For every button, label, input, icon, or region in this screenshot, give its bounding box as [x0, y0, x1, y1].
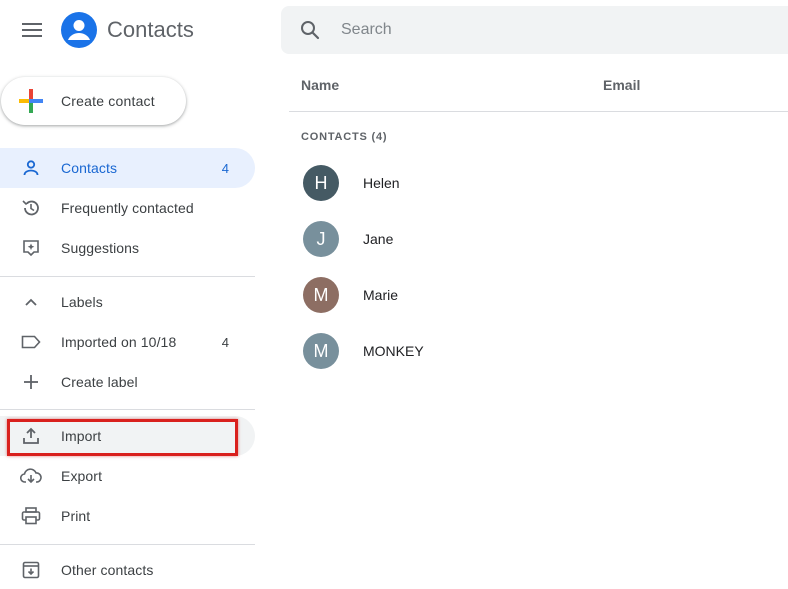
print-icon [20, 505, 42, 527]
imported-count: 4 [221, 334, 229, 350]
person-icon [20, 157, 42, 179]
avatar: J [303, 221, 339, 257]
suggestions-icon [20, 237, 42, 259]
avatar: M [303, 277, 339, 313]
sidebar-item-create-label[interactable]: Create label [0, 362, 255, 402]
create-contact-label: Create contact [61, 93, 155, 109]
cloud-download-icon [20, 465, 42, 487]
avatar: M [303, 333, 339, 369]
sidebar-item-label: Imported on 10/18 [61, 334, 177, 350]
table-row[interactable]: M Marie [289, 267, 788, 323]
sidebar-item-labels-toggle[interactable]: Labels [0, 282, 255, 322]
sidebar-item-label: Frequently contacted [61, 200, 194, 216]
name-column-header[interactable]: Name [301, 77, 339, 93]
sidebar-item-imported-label[interactable]: Imported on 10/18 4 [0, 322, 255, 362]
sidebar-item-other-contacts[interactable]: Other contacts [0, 550, 255, 589]
chevron-up-icon [20, 291, 42, 313]
label-icon [20, 331, 42, 353]
email-column-header[interactable]: Email [603, 77, 640, 93]
sidebar-item-contacts[interactable]: Contacts 4 [0, 148, 255, 188]
contact-name: Helen [363, 175, 400, 191]
archive-icon [20, 559, 42, 581]
contacts-section-label: CONTACTS (4) [301, 131, 388, 143]
sidebar-item-print[interactable]: Print [0, 496, 255, 536]
search-input[interactable] [341, 21, 721, 39]
search-bar[interactable] [281, 6, 788, 54]
sidebar-item-label: Export [61, 468, 103, 484]
sidebar-item-label: Other contacts [61, 562, 154, 578]
plus-icon [20, 371, 42, 393]
contact-name: Marie [363, 287, 399, 303]
search-icon[interactable] [298, 18, 322, 42]
table-row[interactable]: M MONKEY [289, 323, 788, 379]
sidebar-item-label: Labels [61, 294, 103, 310]
main-menu-button[interactable] [16, 14, 48, 46]
sidebar-item-export[interactable]: Export [0, 456, 255, 496]
sidebar-item-frequently-contacted[interactable]: Frequently contacted [0, 188, 255, 228]
sidebar-item-label: Create label [61, 374, 138, 390]
sidebar-item-label: Suggestions [61, 240, 140, 256]
avatar: H [303, 165, 339, 201]
contact-name: Jane [363, 231, 394, 247]
header-divider [289, 111, 788, 112]
table-row[interactable]: J Jane [289, 211, 788, 267]
colorful-plus-icon [19, 89, 43, 113]
sidebar-divider [0, 544, 255, 545]
contacts-logo-icon [61, 12, 97, 48]
table-row[interactable]: H Helen [289, 155, 788, 211]
app-title: Contacts [107, 17, 194, 42]
sidebar-item-label: Contacts [61, 160, 118, 176]
sidebar-divider [0, 276, 255, 277]
contacts-count: 4 [221, 160, 229, 176]
create-contact-button[interactable]: Create contact [1, 77, 186, 125]
upload-icon [20, 425, 42, 447]
sidebar-item-import[interactable]: Import [0, 416, 255, 456]
sidebar-item-label: Import [61, 428, 102, 444]
contact-name: MONKEY [363, 343, 424, 359]
sidebar-divider [0, 409, 255, 410]
sidebar-item-suggestions[interactable]: Suggestions [0, 228, 255, 268]
sidebar-item-label: Print [61, 508, 91, 524]
menu-icon [22, 23, 42, 37]
history-icon [20, 197, 42, 219]
